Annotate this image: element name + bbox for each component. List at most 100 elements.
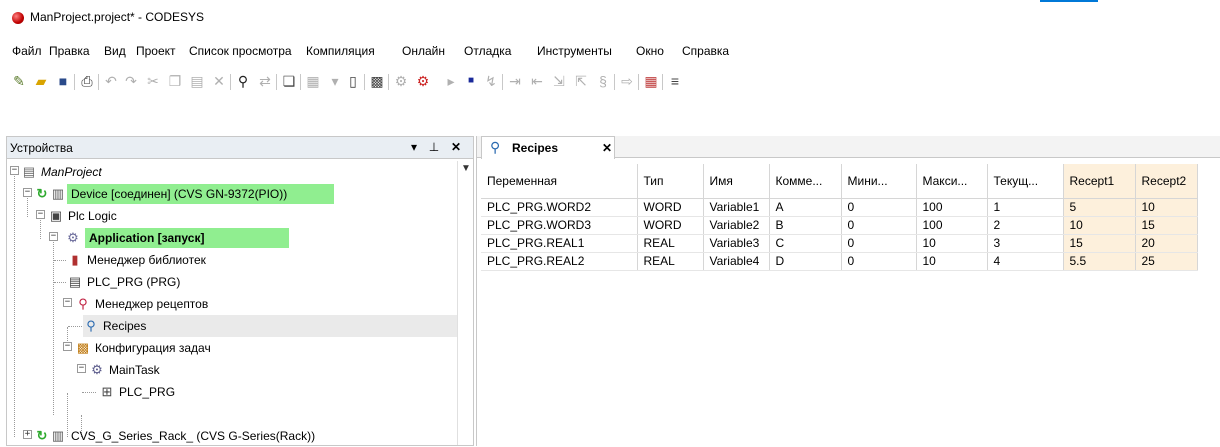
save-icon[interactable]: ■ (54, 72, 72, 90)
table-row[interactable]: PLC_PRG.WORD3 WORD Variable2 B 0 100 2 1… (481, 216, 1198, 235)
cell-comment[interactable]: D (769, 252, 842, 271)
tree-item-library-manager[interactable]: ▮ Менеджер библиотек (7, 249, 457, 271)
cell-type[interactable]: REAL (637, 252, 704, 271)
column-header-name[interactable]: Имя (703, 164, 770, 199)
open-folder-icon[interactable]: ▰ (32, 72, 50, 90)
cell-name[interactable]: Variable2 (703, 216, 770, 235)
copy-icon[interactable]: ❐ (166, 72, 184, 90)
collapse-icon[interactable]: − (36, 210, 45, 219)
tree-item-plc-logic[interactable]: − ▣ Plc Logic (7, 205, 457, 227)
pane-menu-dropdown-icon[interactable]: ▾ (407, 139, 421, 155)
step-into-icon[interactable]: ⇤ (528, 72, 546, 90)
table-row[interactable]: PLC_PRG.REAL1 REAL Variable3 C 0 10 3 15… (481, 234, 1198, 253)
login-icon[interactable]: ⚙ (392, 72, 410, 90)
cell-recept1[interactable]: 10 (1063, 216, 1136, 235)
cell-recept2[interactable]: 10 (1135, 198, 1198, 217)
tree-item-device[interactable]: − ↻ ▥ Device [соединен] (CVS GN-9372(PIO… (7, 183, 457, 205)
cell-recept2[interactable]: 15 (1135, 216, 1198, 235)
menu-help[interactable]: Справка (682, 44, 729, 58)
find-icon[interactable]: ⚲ (234, 72, 252, 90)
cell-comment[interactable]: A (769, 198, 842, 217)
tree-item-manproject[interactable]: − ▤ ManProject (7, 161, 457, 183)
cell-current[interactable]: 3 (987, 234, 1064, 253)
menu-watch-list[interactable]: Список просмотра (189, 44, 292, 58)
cell-recept1[interactable]: 5 (1063, 198, 1136, 217)
tree-scrollbar[interactable]: ▼ (457, 161, 473, 445)
tree-item-maintask[interactable]: − ⚙ MainTask (7, 359, 457, 381)
cell-maximum[interactable]: 100 (916, 198, 988, 217)
paste-icon[interactable]: ▤ (188, 72, 206, 90)
collapse-icon[interactable]: − (23, 188, 32, 197)
menu-online[interactable]: Онлайн (402, 44, 445, 58)
menu-tools[interactable]: Инструменты (537, 44, 612, 58)
cell-variable[interactable]: PLC_PRG.REAL2 (481, 252, 638, 271)
reset-icon[interactable]: ↯ (482, 72, 500, 90)
logout-icon[interactable]: ⚙ (414, 72, 432, 90)
menu-debug[interactable]: Отладка (464, 44, 511, 58)
cell-recept2[interactable]: 25 (1135, 252, 1198, 271)
tree-item-recipes[interactable]: ⚲ Recipes (7, 315, 457, 337)
cell-minimum[interactable]: 0 (841, 234, 917, 253)
tree-item-plc-prg[interactable]: ▤ PLC_PRG (PRG) (7, 271, 457, 293)
table-row[interactable]: PLC_PRG.WORD2 WORD Variable1 A 0 100 1 5… (481, 198, 1198, 217)
cell-name[interactable]: Variable3 (703, 234, 770, 253)
cell-minimum[interactable]: 0 (841, 216, 917, 235)
menu-window[interactable]: Окно (636, 44, 664, 58)
cell-recept1[interactable]: 5.5 (1063, 252, 1136, 271)
cell-current[interactable]: 4 (987, 252, 1064, 271)
cell-recept1[interactable]: 15 (1063, 234, 1136, 253)
column-header-maximum[interactable]: Макси... (916, 164, 988, 199)
cell-type[interactable]: WORD (637, 216, 704, 235)
collapse-icon[interactable]: − (49, 232, 58, 241)
start-icon[interactable]: ▸ (442, 72, 460, 90)
redo-icon[interactable]: ↷ (122, 72, 140, 90)
cell-current[interactable]: 2 (987, 216, 1064, 235)
cell-variable[interactable]: PLC_PRG.WORD3 (481, 216, 638, 235)
force-values-icon[interactable]: ▦ (642, 72, 660, 90)
menu-view[interactable]: Вид (104, 44, 126, 58)
tree-item-rack[interactable]: + ↻ ▥ CVS_G_Series_Rack_ (CVS G-Series(R… (7, 425, 457, 447)
step-over-icon[interactable]: ⇥ (506, 72, 524, 90)
menu-edit[interactable]: Правка (49, 44, 90, 58)
column-header-comment[interactable]: Комме... (769, 164, 842, 199)
cell-maximum[interactable]: 10 (916, 252, 988, 271)
undo-icon[interactable]: ↶ (102, 72, 120, 90)
cell-current[interactable]: 1 (987, 198, 1064, 217)
cell-variable[interactable]: PLC_PRG.REAL1 (481, 234, 638, 253)
pin-icon[interactable]: ⊥ (427, 139, 441, 155)
cell-type[interactable]: WORD (637, 198, 704, 217)
tree-item-recipe-manager[interactable]: − ⚲ Менеджер рецептов (7, 293, 457, 315)
column-header-recept1[interactable]: Recept1 (1063, 164, 1136, 199)
breakpoint-icon[interactable]: § (594, 72, 612, 90)
cell-maximum[interactable]: 100 (916, 216, 988, 235)
document-icon[interactable]: ▯ (344, 72, 362, 90)
stop-icon[interactable]: ■ (462, 72, 480, 90)
delete-icon[interactable]: ✕ (210, 72, 228, 90)
step-out-icon[interactable]: ⇲ (550, 72, 568, 90)
cell-comment[interactable]: C (769, 234, 842, 253)
print-icon[interactable]: ⎙ (78, 72, 96, 90)
close-pane-icon[interactable]: ✕ (449, 139, 463, 155)
tab-recipes[interactable]: ⚲ Recipes ✕ (481, 136, 615, 159)
column-header-type[interactable]: Тип (637, 164, 704, 199)
build-icon[interactable]: ▩ (368, 72, 386, 90)
cell-minimum[interactable]: 0 (841, 198, 917, 217)
collapse-icon[interactable]: − (10, 166, 19, 175)
column-header-minimum[interactable]: Мини... (841, 164, 917, 199)
cut-icon[interactable]: ✂ (144, 72, 162, 90)
close-tab-icon[interactable]: ✕ (602, 141, 612, 155)
menu-file[interactable]: Файл (12, 44, 42, 58)
collapse-icon[interactable]: − (77, 364, 86, 373)
tree-item-program-call[interactable]: ⊞ PLC_PRG (7, 381, 457, 403)
cell-name[interactable]: Variable4 (703, 252, 770, 271)
collapse-icon[interactable]: − (63, 298, 72, 307)
cell-name[interactable]: Variable1 (703, 198, 770, 217)
column-header-recept2[interactable]: Recept2 (1135, 164, 1198, 199)
tree-item-task-config[interactable]: − ▩ Конфигурация задач (7, 337, 457, 359)
cell-variable[interactable]: PLC_PRG.WORD2 (481, 198, 638, 217)
cell-comment[interactable]: B (769, 216, 842, 235)
cell-maximum[interactable]: 10 (916, 234, 988, 253)
collapse-icon[interactable]: − (63, 342, 72, 351)
cell-minimum[interactable]: 0 (841, 252, 917, 271)
cell-type[interactable]: REAL (637, 234, 704, 253)
